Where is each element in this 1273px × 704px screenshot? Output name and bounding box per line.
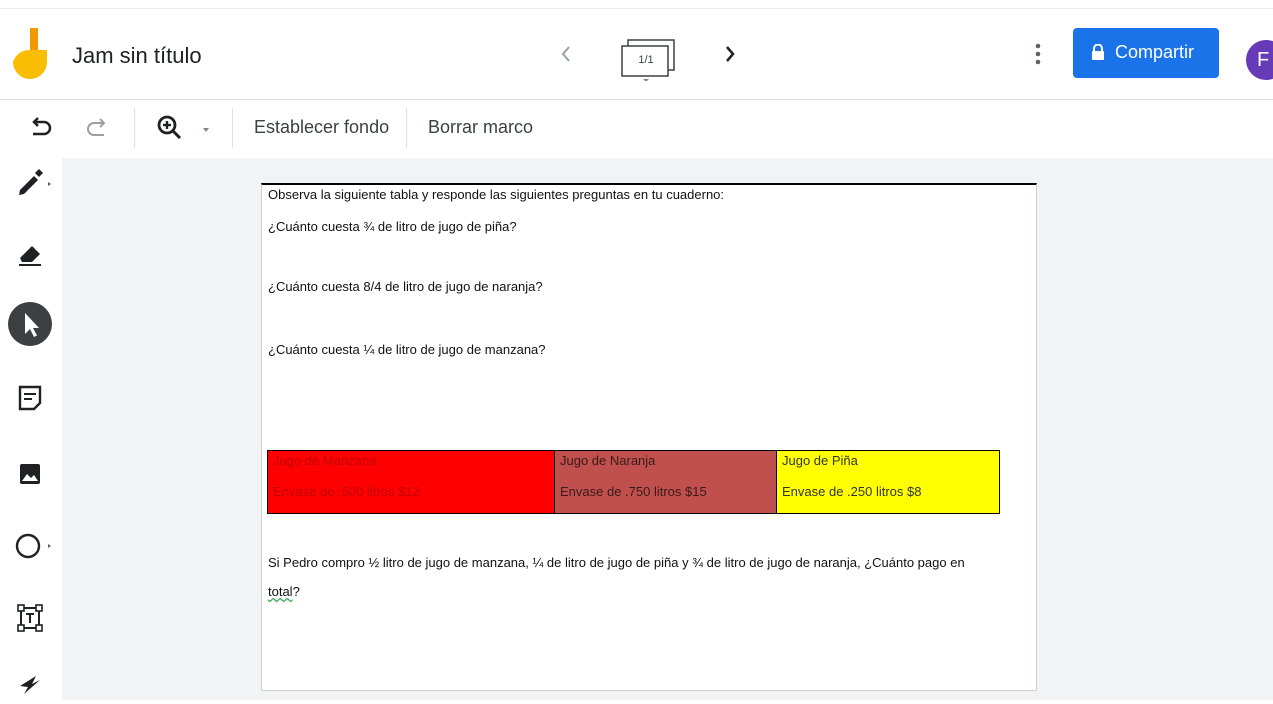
share-button[interactable]: Compartir [1073,28,1219,78]
question-1: ¿Cuánto cuesta ¾ de litro de jugo de piñ… [268,219,517,234]
toolbar-divider [232,108,233,148]
share-label: Compartir [1115,42,1195,62]
circle-shape-icon[interactable] [6,522,54,570]
select-cursor-icon[interactable] [6,300,54,348]
edit-toolbar: Establecer fondo Borrar marco [0,100,1273,158]
zoom-dropdown-arrow-icon[interactable] [196,112,216,144]
sticky-note-icon[interactable] [6,374,54,422]
juice-price-table: Jugo de Manzana Envase de .500 litros $1… [267,450,1000,514]
more-options-icon[interactable] [1030,39,1046,69]
worksheet-intro: Observa la siguiente tabla y responde la… [268,187,725,202]
final-question-end: total? [268,584,300,599]
laser-pointer-icon[interactable] [6,656,54,704]
table-value: Envase de .500 litros $12 [273,484,420,499]
table-header: Jugo de Naranja [560,453,656,468]
toolbar-divider [406,108,407,148]
table-cell-pina: Jugo de Piña Envase de .250 litros $8 [777,451,999,513]
question-2: ¿Cuánto cuesta 8/4 de litro de jugo de n… [268,279,543,294]
table-cell-naranja: Jugo de Naranja Envase de .750 litros $1… [555,451,777,513]
pen-icon[interactable] [6,160,54,208]
spellcheck-word: total [268,584,293,599]
account-avatar[interactable]: F [1246,40,1273,80]
redo-icon[interactable] [82,112,114,144]
document-title[interactable]: Jam sin título [72,43,202,69]
eraser-icon[interactable] [6,230,54,278]
zoom-in-icon[interactable] [154,112,186,144]
toolbar-divider [134,108,135,148]
set-background-button[interactable]: Establecer fondo [254,117,389,138]
final-question: Si Pedro compro ½ litro de jugo de manza… [268,555,965,570]
undo-icon[interactable] [24,112,56,144]
jamboard-logo [13,28,47,79]
question-mark: ? [292,584,300,599]
pasted-worksheet[interactable]: Observa la siguiente tabla y responde la… [261,183,1037,691]
question-3: ¿Cuánto cuesta ¼ de litro de jugo de man… [268,342,546,357]
previous-frame-icon[interactable] [556,41,576,67]
table-value: Envase de .750 litros $15 [560,484,707,499]
clear-frame-button[interactable]: Borrar marco [428,117,533,138]
table-header: Jugo de Manzana [273,453,377,468]
table-cell-manzana: Jugo de Manzana Envase de .500 litros $1… [268,451,555,513]
table-header: Jugo de Piña [782,453,858,468]
frame-bar-toggle[interactable]: 1/1 [619,33,679,82]
app-header: Jam sin título 1/1 Compartir F [0,9,1273,100]
frame-indicator: 1/1 [638,54,654,66]
image-icon[interactable] [6,450,54,498]
lock-icon [1092,44,1104,60]
table-value: Envase de .250 litros $8 [782,484,922,499]
next-frame-icon[interactable] [720,41,740,67]
tool-sidebar [0,158,62,700]
text-box-icon[interactable] [6,594,54,642]
